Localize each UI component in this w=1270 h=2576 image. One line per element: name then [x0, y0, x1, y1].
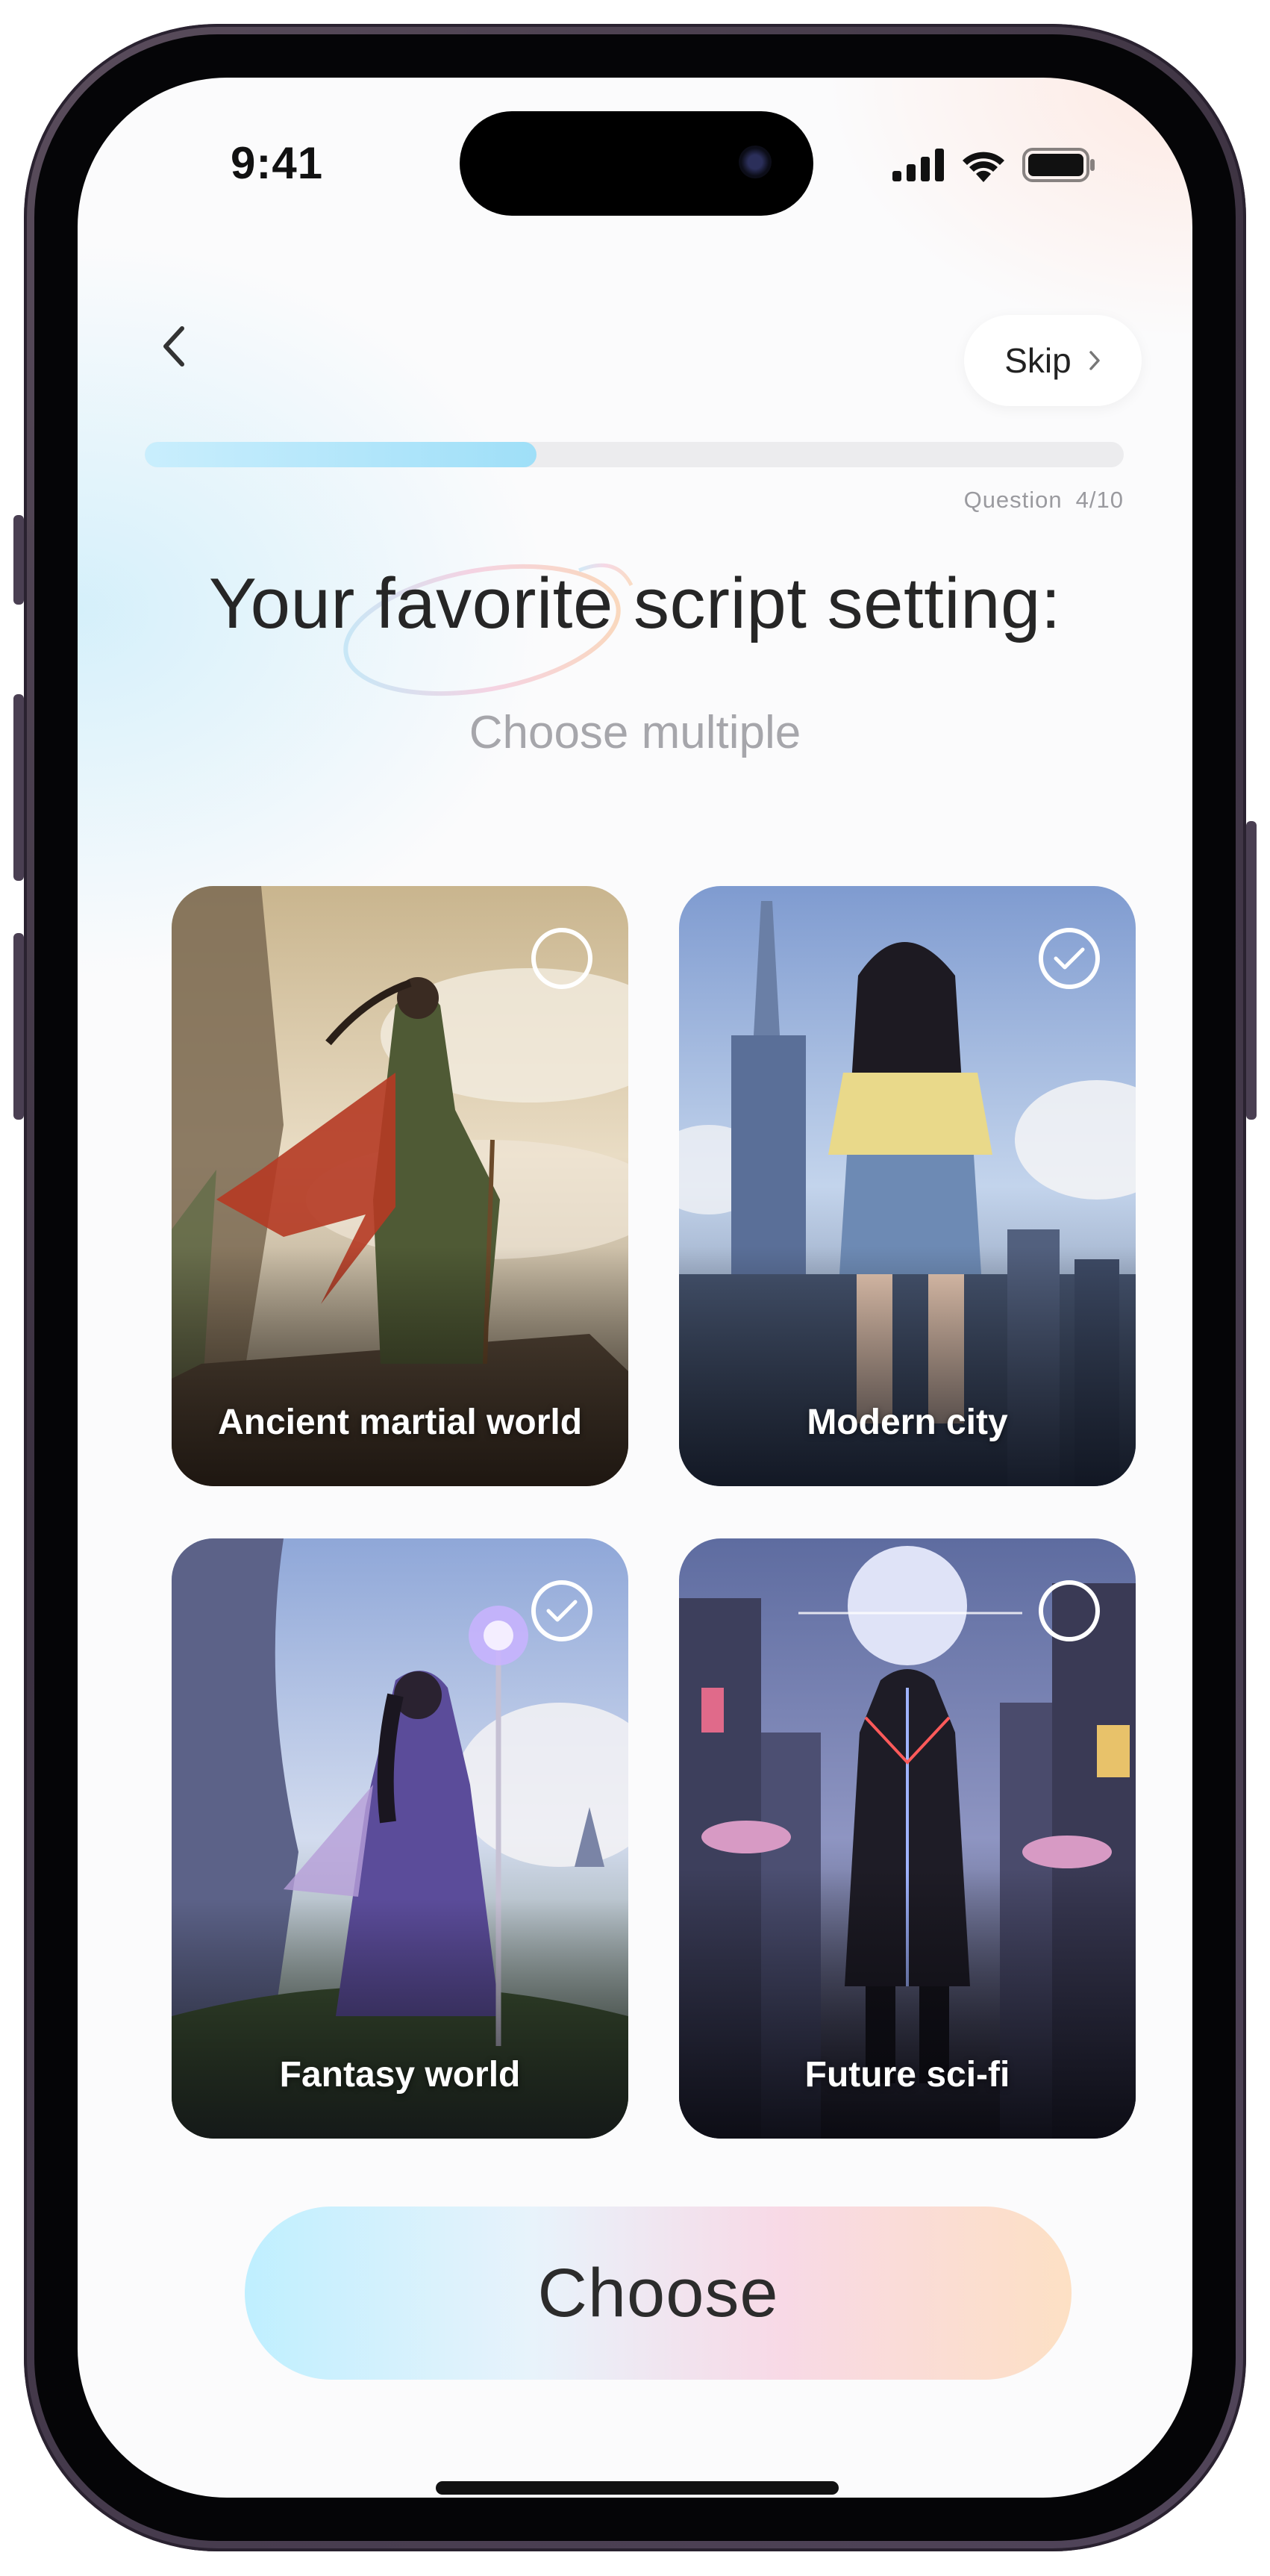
wifi-icon: [963, 152, 1004, 182]
progress-fill: [145, 442, 537, 467]
progress-caption-prefix: Question: [963, 487, 1063, 513]
volume-down-button: [13, 933, 24, 1120]
back-button[interactable]: [137, 309, 212, 384]
chevron-left-icon: [163, 326, 184, 367]
progress-caption: Question 4/10: [964, 487, 1124, 514]
option-card-modern-city[interactable]: Modern city: [679, 886, 1136, 1486]
option-card-ancient-martial-world[interactable]: Ancient martial world: [172, 886, 628, 1486]
battery-icon: [1022, 148, 1095, 182]
option-card-fantasy-world[interactable]: Fantasy world: [172, 1538, 628, 2139]
progress-bar: [145, 442, 1124, 467]
cellular-signal-icon: [892, 149, 944, 181]
choose-label: Choose: [537, 2254, 779, 2331]
camera-icon: [739, 146, 772, 178]
checkmark-icon: [1054, 947, 1085, 970]
question-subtitle: Choose multiple: [469, 707, 801, 758]
home-indicator[interactable]: [436, 2481, 839, 2495]
skip-label: Skip: [1004, 341, 1072, 380]
volume-up-button: [13, 694, 24, 881]
dynamic-island: [460, 111, 813, 216]
power-button: [1246, 821, 1257, 1120]
status-icons: [892, 146, 1095, 184]
selected-indicator[interactable]: [1039, 928, 1100, 989]
option-label: Fantasy world: [279, 2055, 521, 2095]
unselected-indicator[interactable]: [1039, 1580, 1100, 1641]
option-label: Future sci-fi: [804, 2055, 1010, 2095]
skip-button[interactable]: Skip: [964, 315, 1142, 406]
question-title: Your favorite script setting:: [208, 564, 1062, 643]
app-screen: 9:41 Skip Question 4/10 Your favorite sc…: [78, 78, 1192, 2498]
unselected-indicator[interactable]: [531, 928, 592, 989]
choose-button[interactable]: Choose: [245, 2207, 1072, 2380]
progress-caption-count: 4/10: [1075, 487, 1124, 513]
checkmark-icon: [546, 1600, 578, 1622]
action-button: [13, 515, 24, 605]
option-label: Modern city: [807, 1403, 1008, 1442]
chevron-right-icon: [1089, 351, 1100, 370]
selected-indicator[interactable]: [531, 1580, 592, 1641]
option-label: Ancient martial world: [217, 1403, 583, 1442]
status-time: 9:41: [231, 138, 324, 188]
option-card-future-sci-fi[interactable]: Future sci-fi: [679, 1538, 1136, 2139]
